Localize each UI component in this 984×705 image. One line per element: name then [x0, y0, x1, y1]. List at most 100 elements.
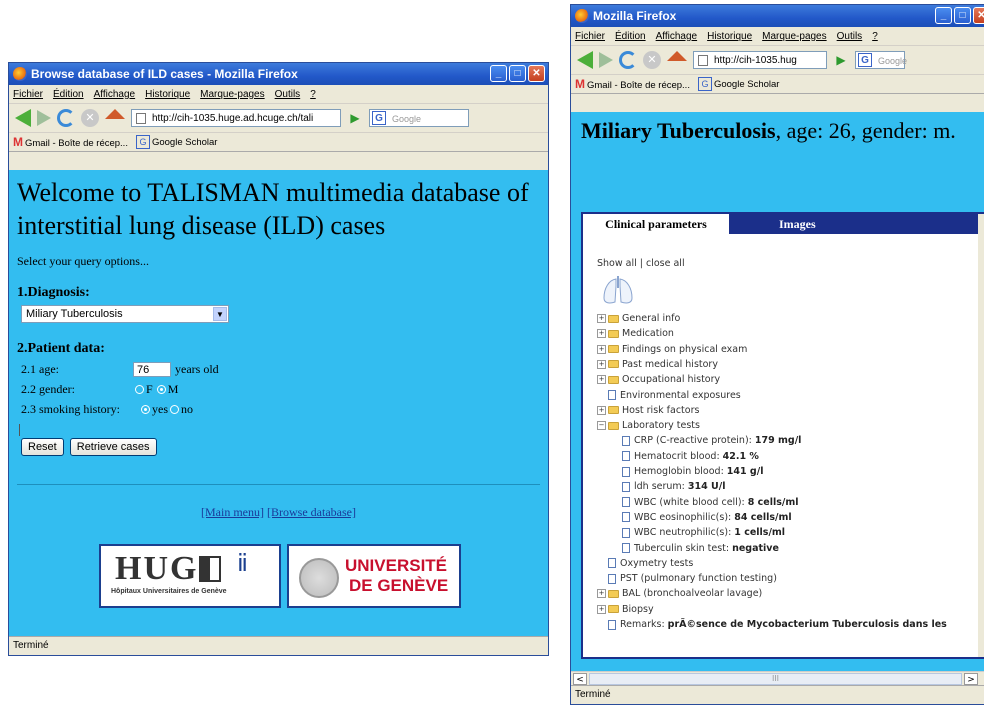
go-icon[interactable]: ▶	[833, 52, 849, 68]
expand-icon[interactable]: +	[597, 604, 606, 614]
expand-icon[interactable]: +	[597, 405, 606, 415]
minimize-button[interactable]: _	[490, 65, 507, 82]
search-box[interactable]: G Google	[855, 51, 908, 69]
maximize-button[interactable]: □	[509, 65, 526, 82]
menu-marque-pages[interactable]: Marque-pages	[200, 89, 264, 100]
tree-item[interactable]: Hemoglobin blood: 141 g/l	[611, 465, 763, 478]
tree-item[interactable]: + Occupational history	[597, 373, 720, 386]
case-heading: Miliary Tuberculosis, age: 26, gender: m…	[581, 116, 978, 146]
forward-arrow-icon[interactable]	[599, 52, 613, 68]
menu-outils[interactable]: Outils	[837, 31, 863, 42]
divider	[17, 484, 540, 485]
menu-historique[interactable]: Historique	[707, 31, 752, 42]
show-close-links[interactable]: Show all | close all	[597, 258, 685, 269]
search-placeholder: Google	[878, 56, 908, 66]
expand-icon[interactable]: +	[597, 344, 606, 354]
stop-icon[interactable]: ✕	[81, 109, 99, 127]
tree-item[interactable]: PST (pulmonary function testing)	[597, 572, 777, 585]
menu-affichage[interactable]: Affichage	[94, 89, 136, 100]
tab-clinical-parameters[interactable]: Clinical parameters	[583, 214, 731, 234]
reload-icon[interactable]	[619, 51, 637, 69]
tree-item[interactable]: ldh serum: 314 U/l	[611, 480, 725, 493]
vertical-scrollbar[interactable]	[978, 214, 984, 657]
menu-marque-pages[interactable]: Marque-pages	[762, 31, 826, 42]
maximize-button[interactable]: □	[954, 7, 971, 24]
tab-images[interactable]: Images	[731, 214, 984, 234]
search-box[interactable]: G Google	[369, 109, 469, 127]
retrieve-cases-button[interactable]: Retrieve cases	[69, 438, 157, 456]
go-icon[interactable]: ▶	[347, 110, 363, 126]
tree-item[interactable]: + Medication	[597, 327, 674, 340]
home-icon[interactable]	[667, 51, 687, 61]
people-icon: ⅱ	[237, 551, 248, 577]
smoking-no-radio[interactable]	[170, 405, 179, 414]
diagnosis-select[interactable]: Miliary Tuberculosis ▼	[21, 305, 229, 323]
tree-item[interactable]: WBC (white blood cell): 8 cells/ml	[611, 496, 799, 509]
tree-item[interactable]: + BAL (bronchoalveolar lavage)	[597, 587, 762, 600]
tree-item[interactable]: + General info	[597, 312, 680, 325]
tree-item[interactable]: WBC eosinophilic(s): 84 cells/ml	[611, 511, 792, 524]
menu-fichier[interactable]: Fichier	[575, 31, 605, 42]
reset-button[interactable]: Reset	[21, 438, 64, 456]
address-bar[interactable]: http://cih-1035.huge.ad.hcuge.ch/tali	[131, 109, 341, 127]
expand-icon[interactable]: +	[597, 359, 606, 369]
bookmark-gmail[interactable]: M Gmail - Boîte de récep...	[13, 135, 128, 149]
gmail-icon: M	[575, 77, 585, 91]
tree-item[interactable]: Tuberculin skin test: negative	[611, 542, 779, 555]
address-bar[interactable]: http://cih-1035.hug	[693, 51, 827, 69]
scroll-thumb[interactable]: III	[589, 673, 962, 685]
gender-m-radio[interactable]	[156, 385, 166, 394]
tree-item[interactable]: + Host risk factors	[597, 404, 699, 417]
tree-item-label: PST (pulmonary function testing)	[620, 573, 777, 585]
tree-item[interactable]: WBC neutrophilic(s): 1 cells/ml	[611, 526, 785, 539]
bookmark-google-scholar[interactable]: G Google Scholar	[135, 135, 217, 149]
scroll-right-icon[interactable]: >	[964, 673, 978, 685]
tree-item[interactable]: − Laboratory tests	[597, 419, 700, 432]
expand-icon[interactable]: +	[597, 375, 606, 385]
bookmark-gmail[interactable]: M Gmail - Boîte de récep...	[575, 77, 690, 91]
tree-item[interactable]: + Findings on physical exam	[597, 343, 747, 356]
right-status-bar: Terminé	[571, 685, 984, 704]
back-arrow-icon[interactable]	[15, 109, 31, 127]
chevron-down-icon[interactable]: ▼	[213, 307, 227, 321]
expand-icon[interactable]: +	[597, 314, 606, 323]
main-menu-link[interactable]: [Main menu]	[201, 505, 264, 519]
menu-edition[interactable]: Édition	[615, 31, 646, 42]
back-arrow-icon[interactable]	[577, 51, 593, 69]
expand-icon[interactable]: +	[597, 589, 606, 599]
menu-affichage[interactable]: Affichage	[656, 31, 698, 42]
case-details: , age: 26, gender: m.	[775, 118, 956, 143]
left-menu-bar: Fichier Édition Affichage Historique Mar…	[9, 85, 548, 104]
expand-icon[interactable]: +	[597, 329, 606, 339]
menu-edition[interactable]: Édition	[53, 89, 84, 100]
minimize-button[interactable]: _	[935, 7, 952, 24]
menu-historique[interactable]: Historique	[145, 89, 190, 100]
collapse-icon[interactable]: −	[597, 421, 606, 431]
close-button[interactable]: ✕	[528, 65, 545, 82]
tree-item[interactable]: Oxymetry tests	[597, 557, 693, 570]
scroll-left-icon[interactable]: <	[573, 673, 587, 685]
forward-arrow-icon[interactable]	[37, 110, 51, 126]
tree-item-value: negative	[732, 542, 779, 554]
bookmark-google-scholar[interactable]: G Google Scholar	[697, 77, 779, 91]
browse-database-link[interactable]: [Browse database]	[267, 505, 356, 519]
menu-fichier[interactable]: Fichier	[13, 89, 43, 100]
gender-f-radio[interactable]	[135, 385, 144, 394]
tree-item[interactable]: + Biopsy	[597, 603, 654, 616]
close-button[interactable]: ✕	[973, 7, 984, 24]
menu-help[interactable]: ?	[310, 89, 316, 100]
tree-item[interactable]: Environmental exposures	[597, 389, 741, 402]
tree-item[interactable]: Remarks: prÃ©sence de Mycobacterium Tuber…	[597, 618, 947, 631]
menu-outils[interactable]: Outils	[275, 89, 301, 100]
reload-icon[interactable]	[57, 109, 75, 127]
tree-item[interactable]: Hematocrit blood: 42.1 %	[611, 450, 759, 463]
home-icon[interactable]	[105, 109, 125, 119]
tree-item[interactable]: CRP (C-reactive protein): 179 mg/l	[611, 434, 801, 447]
horizontal-scrollbar[interactable]: < III >	[571, 671, 984, 686]
left-status-bar: Terminé	[9, 636, 548, 655]
tree-item[interactable]: + Past medical history	[597, 358, 718, 371]
menu-help[interactable]: ?	[872, 31, 878, 42]
smoking-yes-radio[interactable]	[141, 405, 150, 414]
age-input[interactable]: 76	[133, 362, 171, 377]
stop-icon[interactable]: ✕	[643, 51, 661, 69]
